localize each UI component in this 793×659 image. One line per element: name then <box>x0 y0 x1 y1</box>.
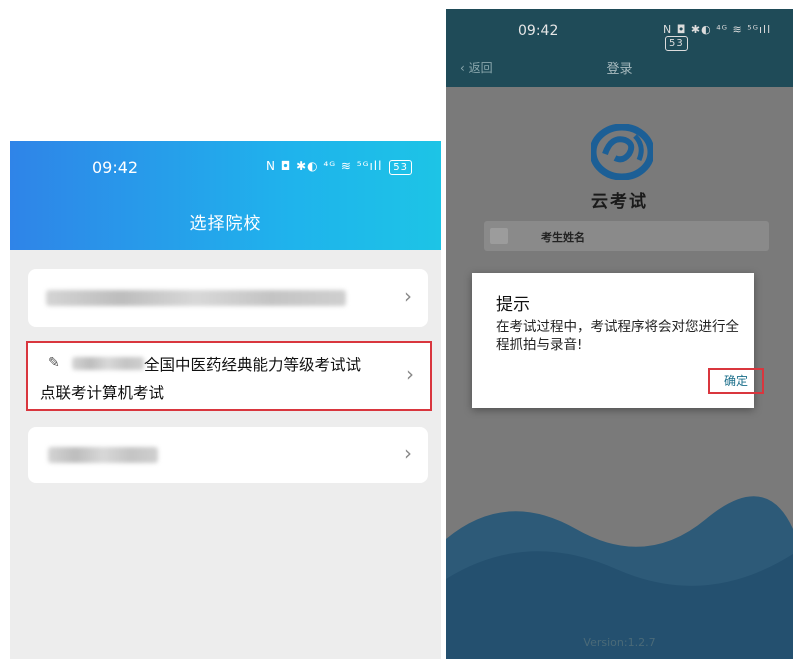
school-item-1[interactable]: › <box>28 269 428 327</box>
page-title: 选择院校 <box>189 214 262 234</box>
battery-icon: 53 <box>389 160 413 175</box>
student-name-field[interactable]: 考生姓名 <box>484 221 769 251</box>
battery-icon: 53 <box>665 36 688 51</box>
login-screen: 09:42 N ◘ ✱◐ ⁴ᴳ ≋ ⁵ᴳıll 53 ‹ 返回 登录 云考试 考… <box>446 9 793 659</box>
nav-title: 登录 <box>606 62 633 77</box>
status-icons-text: N ◘ ✱◐ ⁴ᴳ ≋ ⁵ᴳıll <box>266 159 383 173</box>
blurred-school-name <box>48 447 158 463</box>
app-header: 09:42 N ◘ ✱◐ ⁴ᴳ ≋ ⁵ᴳıll 53 选择院校 <box>10 141 441 250</box>
cloud-exam-logo-icon <box>591 124 653 180</box>
pencil-icon: ✎ <box>48 355 60 371</box>
dialog-message: 在考试过程中，考试程序将会对您进行全程抓拍与录音! <box>496 319 739 353</box>
status-icons-text: N ◘ ✱◐ ⁴ᴳ ≋ ⁵ᴳıll <box>663 23 772 36</box>
app-name: 云考试 <box>591 192 648 212</box>
dialog-title: 提示 <box>496 295 530 315</box>
user-icon <box>490 228 508 244</box>
status-icons: N ◘ ✱◐ ⁴ᴳ ≋ ⁵ᴳıll 53 <box>663 23 793 51</box>
wave-decoration <box>446 496 793 659</box>
school-select-screen: 09:42 N ◘ ✱◐ ⁴ᴳ ≋ ⁵ᴳıll 53 选择院校 › ✎ 全国中医… <box>10 141 441 659</box>
status-time: 09:42 <box>518 23 559 39</box>
name-placeholder: 考生姓名 <box>541 231 585 244</box>
school-label-line2: 点联考计算机考试 <box>40 384 165 402</box>
school-item-3[interactable]: › <box>28 427 428 483</box>
status-icons: N ◘ ✱◐ ⁴ᴳ ≋ ⁵ᴳıll 53 <box>266 159 413 175</box>
blurred-school-prefix <box>72 357 144 370</box>
blurred-school-name <box>46 290 346 306</box>
confirm-button[interactable]: 确定 <box>708 368 764 394</box>
version-label: Version:1.2.7 <box>583 636 656 649</box>
status-time: 09:42 <box>92 158 139 177</box>
chevron-right-icon: › <box>404 284 412 308</box>
chevron-right-icon: › <box>406 362 414 386</box>
school-label-line1: 全国中医药经典能力等级考试试 <box>144 356 362 374</box>
chevron-right-icon: › <box>404 441 412 465</box>
notice-dialog: 提示 在考试过程中，考试程序将会对您进行全程抓拍与录音! 确定 <box>472 273 764 408</box>
school-item-2[interactable]: ✎ 全国中医药经典能力等级考试试 点联考计算机考试 › <box>26 341 432 411</box>
app-topbar: 09:42 N ◘ ✱◐ ⁴ᴳ ≋ ⁵ᴳıll 53 ‹ 返回 登录 <box>446 9 793 87</box>
